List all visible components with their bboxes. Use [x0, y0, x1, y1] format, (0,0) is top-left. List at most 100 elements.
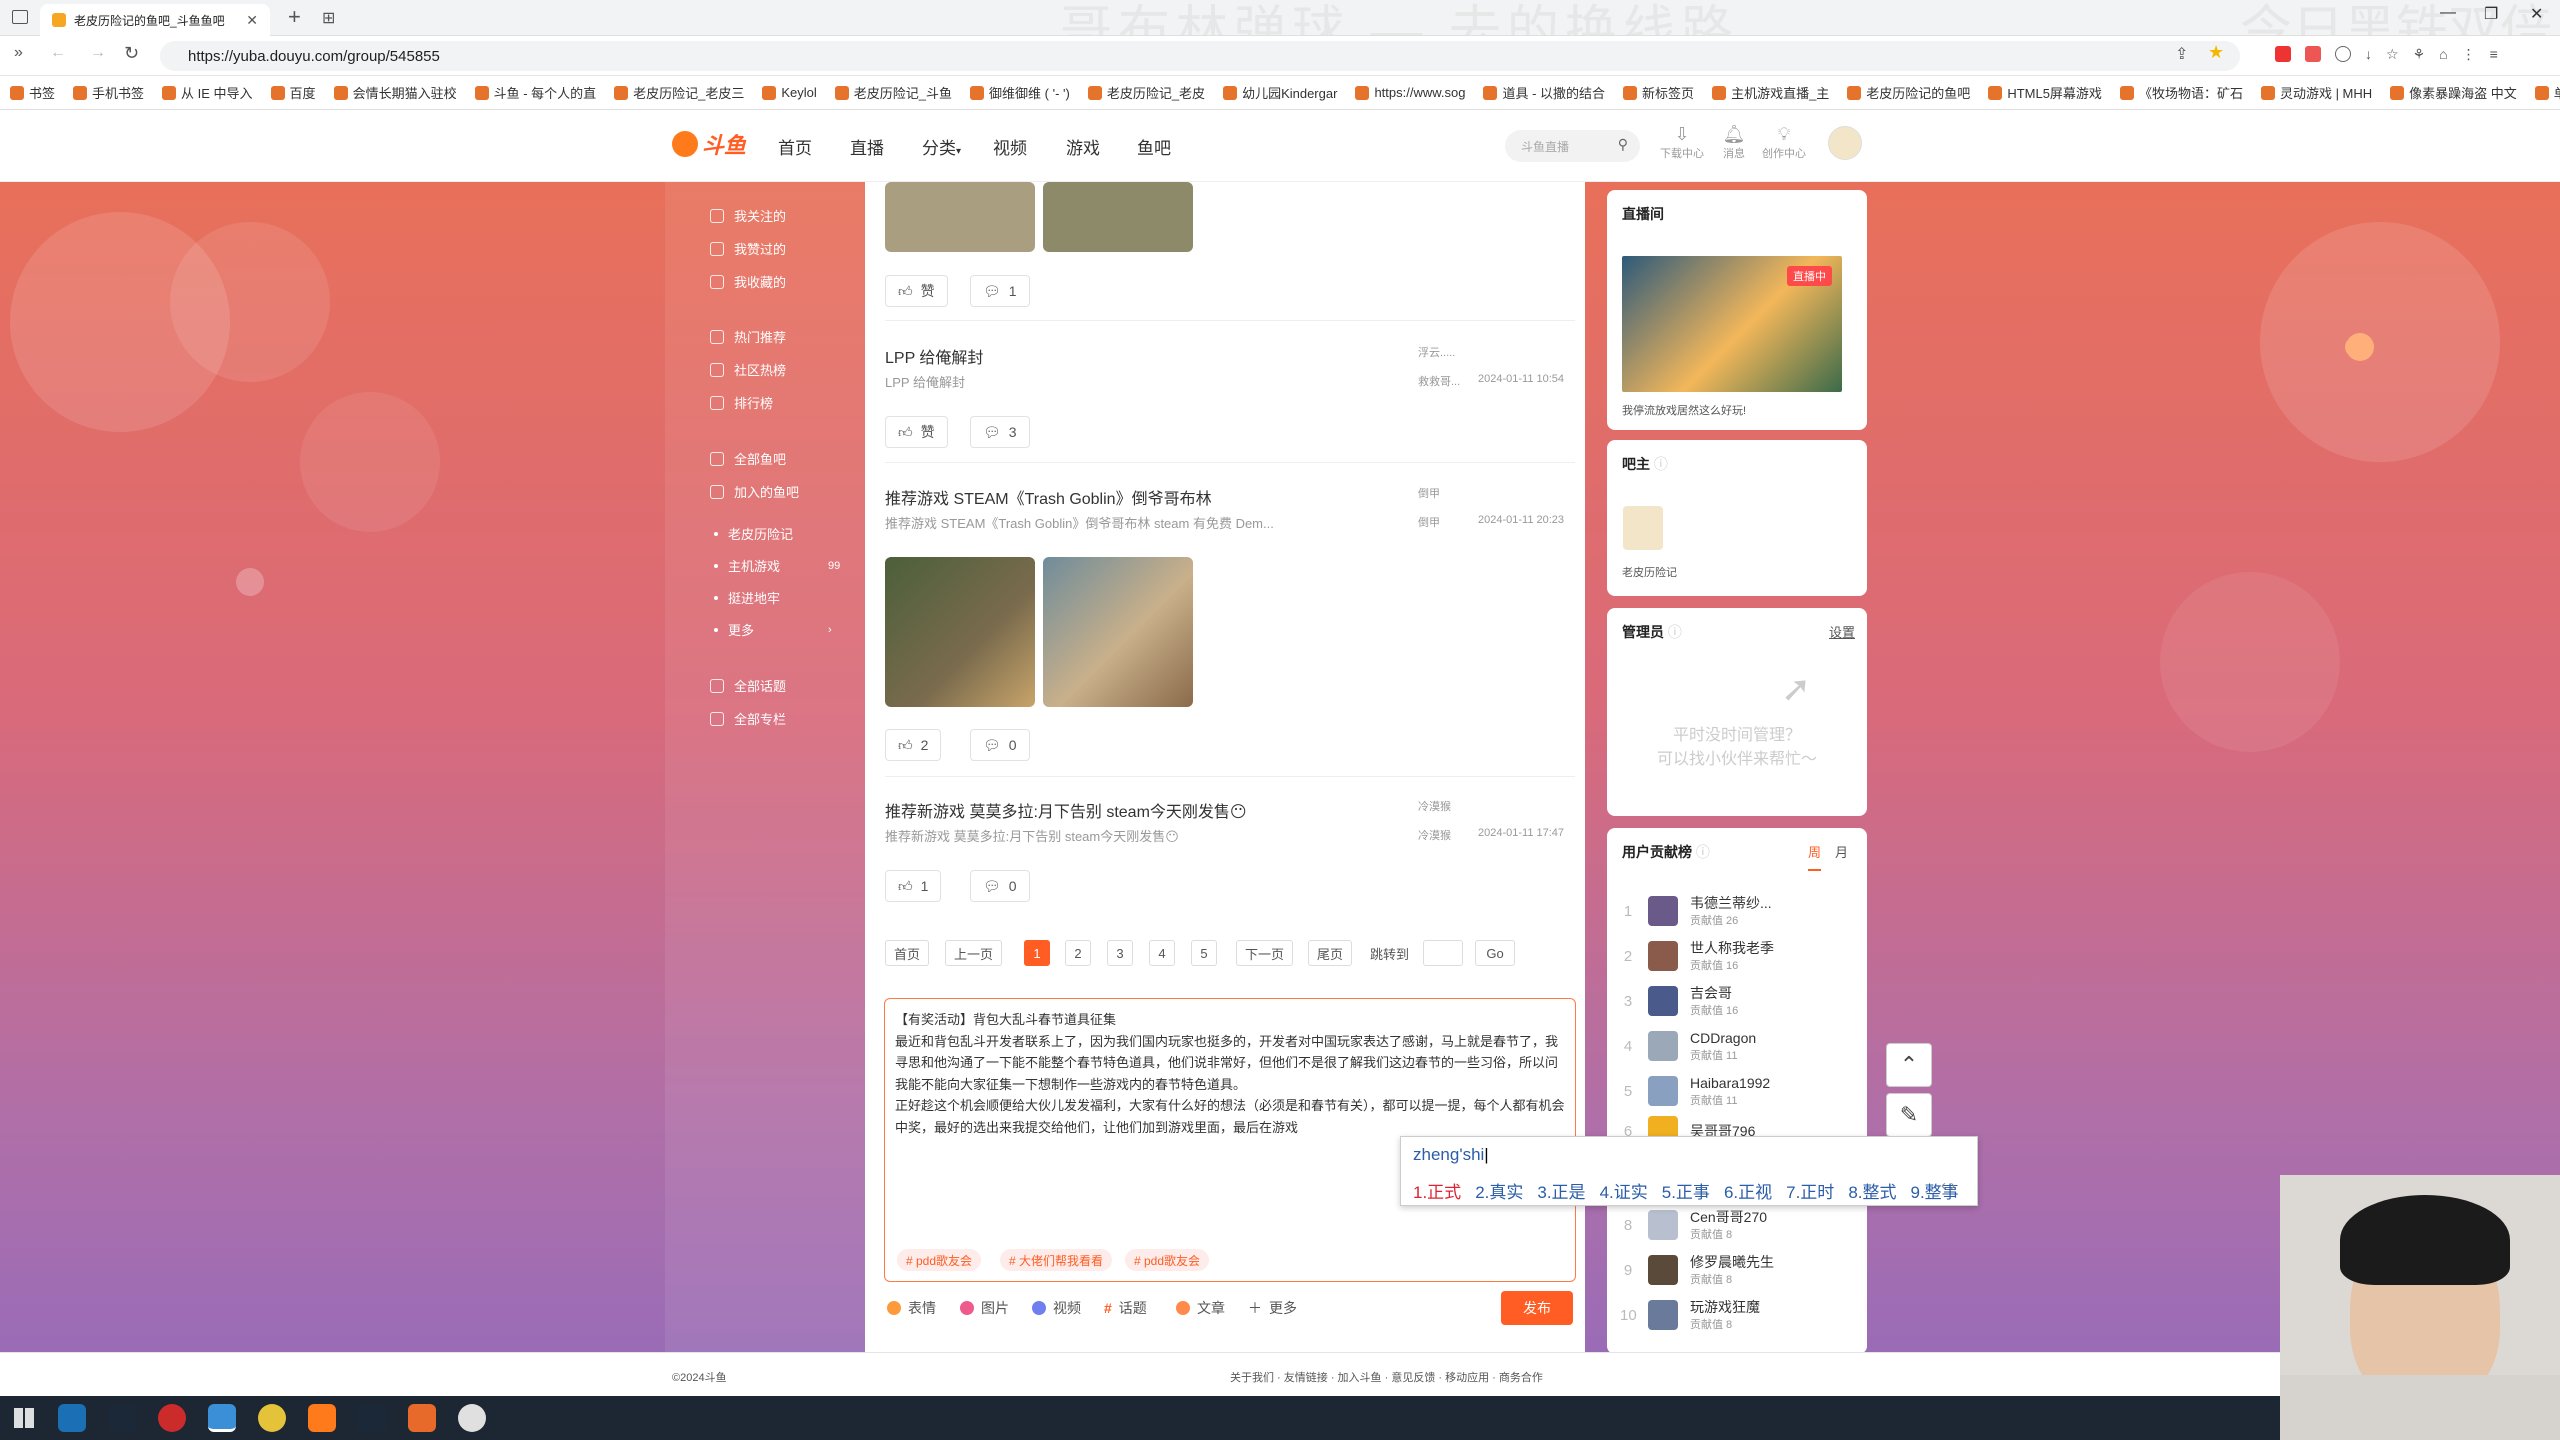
like-button[interactable]: 👍︎ 赞 [885, 416, 948, 448]
taskbar-app-icon[interactable] [108, 1404, 136, 1432]
topic-tag[interactable]: # pdd歌友会 [897, 1249, 982, 1271]
ime-candidate[interactable]: 8.整式 [1848, 1178, 1896, 1203]
taskbar-app-icon[interactable] [408, 1404, 436, 1432]
bookmark-item[interactable]: https://www.sog [1355, 85, 1465, 100]
sidebar-item-follow-1[interactable]: 我赞过的 [710, 239, 786, 258]
post-image[interactable] [1043, 557, 1193, 707]
bookmark-item[interactable]: 老皮历险记的鱼吧 [1847, 83, 1970, 102]
ime-candidate[interactable]: 3.正是 [1537, 1178, 1585, 1203]
post-image[interactable] [1043, 182, 1193, 252]
more-tool[interactable]: ＋更多 [1248, 1298, 1297, 1318]
sidebar-joined-item[interactable]: 挺进地牢 [710, 588, 780, 607]
nav-live[interactable]: 直播 [850, 134, 884, 159]
post-summary[interactable]: 推荐新游戏 莫莫多拉:月下告别 steam今天刚发售😶 [885, 826, 1179, 845]
rank-row[interactable]: 8 Cen哥哥270 贡献值 8 [1620, 1208, 1850, 1242]
post-last-reply[interactable]: 冷漠猴 [1418, 827, 1451, 843]
post-image[interactable] [885, 557, 1035, 707]
avatar[interactable] [1648, 1210, 1678, 1240]
sidebar-item-follow-0[interactable]: 我关注的 [710, 206, 786, 225]
rank-row[interactable]: 10 玩游戏狂魔 贡献值 8 [1620, 1298, 1850, 1332]
sidebar-joined-item[interactable]: 更多 › [710, 620, 832, 639]
nav-video[interactable]: 视频 [993, 134, 1027, 159]
ime-candidate[interactable]: 5.正事 [1662, 1178, 1710, 1203]
user-avatar[interactable] [1828, 126, 1862, 160]
rank-user-name[interactable]: 韦德兰蒂纱... [1690, 894, 1772, 912]
ime-candidate[interactable]: 1.正式 [1413, 1178, 1461, 1203]
editor-textarea[interactable]: 【有奖活动】背包大乱斗春节道具征集 最近和背包乱斗开发者联系上了，因为我们国内玩家… [895, 1009, 1567, 1138]
sidebar-joined-item[interactable]: 主机游戏 99 [710, 556, 840, 575]
nav-yuba[interactable]: 鱼吧 [1137, 134, 1171, 159]
back-icon[interactable]: ← [50, 44, 66, 62]
bookmark-item[interactable]: 御维御维 ( '- ') [970, 83, 1070, 102]
avatar[interactable] [1648, 896, 1678, 926]
page-first-button[interactable]: 首页 [885, 940, 930, 966]
url-field[interactable]: https://yuba.douyu.com/group/545855 [160, 41, 2240, 71]
share-icon[interactable]: ⇪ [2175, 44, 2188, 64]
header-creator[interactable]: 💡︎ 创作中心 [1754, 124, 1814, 161]
emoji-tool[interactable]: 表情 [887, 1298, 936, 1318]
page-number-button[interactable]: 3 [1107, 940, 1133, 966]
bookmark-item[interactable]: HTML5屏幕游戏 [1988, 83, 2102, 102]
footer-links[interactable]: 关于我们 · 友情链接 · 加入斗鱼 · 意见反馈 · 移动应用 · 商务合作 [1230, 1369, 1543, 1385]
avatar[interactable] [1648, 1076, 1678, 1106]
post-title[interactable]: LPP 给俺解封 [885, 344, 983, 368]
restore-icon[interactable]: ❐ [2484, 4, 2498, 24]
nav-category[interactable]: 分类▾ [922, 134, 961, 159]
bookmark-item[interactable]: Keylol [762, 85, 817, 100]
bookmark-item[interactable]: 老皮历险记_斗鱼 [834, 83, 952, 102]
taskbar-app-icon[interactable] [458, 1404, 486, 1432]
page-number-button[interactable]: 2 [1065, 940, 1091, 966]
forward-icon[interactable]: » [14, 44, 23, 62]
ime-candidate[interactable]: 6.正视 [1724, 1178, 1772, 1203]
minimize-icon[interactable]: — [2440, 4, 2456, 22]
rank-tab-week[interactable]: 周 [1808, 842, 1822, 871]
page-last-button[interactable]: 尾页 [1308, 940, 1353, 966]
rank-user-name[interactable]: CDDragon [1690, 1029, 1756, 1047]
rank-user-name[interactable]: 吉会哥 [1690, 984, 1738, 1002]
bookmark-star-icon[interactable]: ★ [2208, 42, 2224, 63]
post-title[interactable]: 推荐新游戏 莫莫多拉:月下告别 steam今天刚发售😶 [885, 798, 1247, 822]
taskbar-app-icon[interactable] [58, 1404, 86, 1432]
sidebar-item-hot-1[interactable]: 社区热榜 [710, 360, 786, 379]
sidebar-item-topic-1[interactable]: 全部专栏 [710, 709, 786, 728]
owner-avatar[interactable] [1623, 506, 1663, 550]
bookmark-item[interactable]: 道具 - 以撒的结合 [1483, 83, 1605, 102]
ime-candidates[interactable]: 1.正式 2.真实 3.正是 4.证实 5.正事 6.正视 7.正时 8.整式 9.整事 [1413, 1178, 1959, 1203]
taskbar-app-icon[interactable] [358, 1404, 386, 1432]
article-tool[interactable]: 文章 [1176, 1298, 1225, 1318]
post-last-reply[interactable]: 倒甲 [1418, 514, 1440, 530]
rank-row[interactable]: 5 Haibara1992 贡献值 11 [1620, 1074, 1850, 1108]
nav-home[interactable]: 首页 [778, 134, 812, 159]
help-icon[interactable]: ⓘ [1668, 624, 1682, 640]
rank-row[interactable]: 1 韦德兰蒂纱... 贡献值 26 [1620, 894, 1850, 928]
close-tab-icon[interactable]: ✕ [246, 12, 258, 29]
rank-row[interactable]: 9 修罗晨曦先生 贡献值 8 [1620, 1253, 1850, 1287]
taskbar-browser-icon[interactable] [208, 1404, 236, 1432]
rank-row[interactable]: 2 世人称我老季 贡献值 16 [1620, 939, 1850, 973]
close-window-icon[interactable]: ✕ [2530, 4, 2543, 24]
header-download[interactable]: ⇩ 下载中心 [1652, 124, 1712, 161]
rank-user-name[interactable]: Cen哥哥270 [1690, 1208, 1767, 1226]
help-icon[interactable]: ⓘ [1696, 844, 1710, 860]
like-button[interactable]: 👍︎ 1 [885, 870, 942, 902]
bookmark-item[interactable]: 手机书签 [73, 83, 144, 102]
bookmark-item[interactable]: 老皮历险记_老皮三 [614, 83, 744, 102]
avatar[interactable] [1648, 986, 1678, 1016]
rank-user-name[interactable]: Haibara1992 [1690, 1074, 1770, 1092]
admin-settings-link[interactable]: 设置 [1829, 622, 1855, 641]
topic-tool[interactable]: # 话题 [1104, 1298, 1147, 1318]
sidebar-item-hot-2[interactable]: 排行榜 [710, 393, 773, 412]
comment-button[interactable]: 💬︎ 0 [970, 870, 1030, 902]
site-search-input[interactable]: 斗鱼直播 ⚲ [1505, 130, 1640, 162]
rank-tab-month[interactable]: 月 [1835, 842, 1848, 861]
forward-nav-icon[interactable]: → [90, 44, 106, 62]
post-last-reply[interactable]: 救救哥... [1418, 373, 1460, 389]
write-post-button[interactable]: ✎ [1886, 1093, 1932, 1137]
ime-candidate[interactable]: 4.证实 [1600, 1178, 1648, 1203]
bookmark-item[interactable]: 会情长期猫入驻校 [333, 83, 457, 102]
avatar[interactable] [1648, 1255, 1678, 1285]
rank-user-name[interactable]: 修罗晨曦先生 [1690, 1253, 1774, 1271]
page-prev-button[interactable]: 上一页 [945, 940, 1003, 966]
help-icon[interactable]: ⓘ [1654, 456, 1668, 472]
rank-user-name[interactable]: 玩游戏狂魔 [1690, 1298, 1760, 1316]
